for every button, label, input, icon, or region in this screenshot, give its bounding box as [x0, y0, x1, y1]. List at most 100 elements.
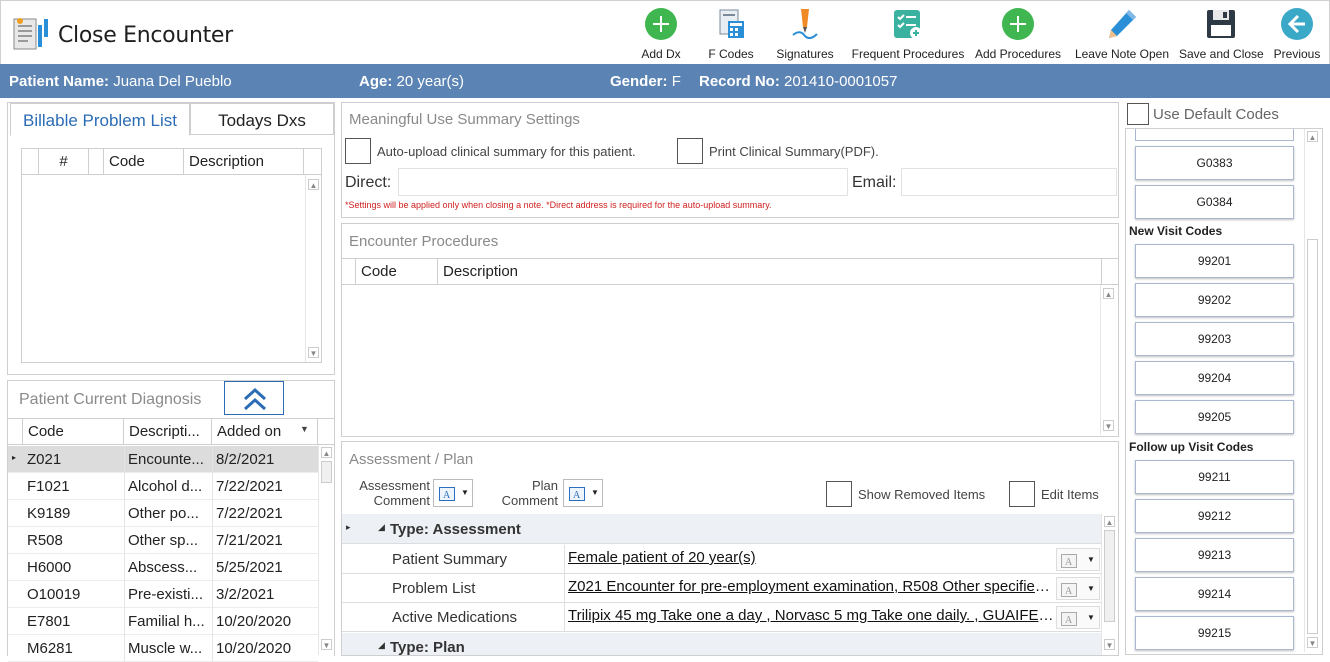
codes-scrollbar[interactable]: ▲ ▼ — [1304, 129, 1320, 652]
code-button[interactable]: 99202 — [1135, 283, 1294, 317]
procedures-scrollbar[interactable]: ▲ ▼ — [1100, 285, 1116, 435]
scroll-down-icon[interactable]: ▼ — [308, 347, 319, 358]
dx-description: Muscle w... — [128, 640, 203, 657]
dx-added-on: 7/21/2021 — [216, 532, 283, 549]
code-button[interactable]: 99213 — [1135, 538, 1294, 572]
use-default-codes-label: Use Default Codes — [1153, 106, 1279, 123]
code-button[interactable]: 99211 — [1135, 460, 1294, 494]
item-format-dropdown[interactable]: A ▼ — [1056, 548, 1100, 571]
add-procedures-button[interactable]: Add Procedures — [974, 7, 1062, 63]
table-row[interactable]: R508 Other sp... 7/21/2021 — [8, 527, 318, 554]
code-button[interactable]: 99214 — [1135, 577, 1294, 611]
tab-billable-problem-list[interactable]: Billable Problem List — [10, 103, 190, 136]
scroll-up-icon[interactable]: ▲ — [308, 179, 319, 190]
assessment-item-value[interactable]: Trilipix 45 mg Take one a day , Norvasc … — [568, 607, 1054, 624]
item-format-dropdown[interactable]: A ▼ — [1056, 606, 1100, 629]
patient-record: Record No: 201410-0001057 — [699, 73, 898, 90]
code-button[interactable]: 99203 — [1135, 322, 1294, 356]
use-default-codes-checkbox[interactable] — [1127, 103, 1149, 125]
leave-note-open-button[interactable]: Leave Note Open — [1074, 7, 1170, 63]
close-encounter-logo-icon — [13, 18, 48, 50]
auto-upload-checkbox[interactable] — [345, 138, 371, 164]
page-title: Close Encounter — [58, 23, 233, 48]
dx-description: Pre-existi... — [128, 586, 204, 603]
scroll-up-icon[interactable]: ▲ — [1307, 131, 1318, 142]
signatures-button[interactable]: Signatures — [775, 7, 835, 63]
encounter-procedures-grid: Code Description ▲ ▼ — [342, 258, 1118, 436]
assessment-row[interactable]: Patient Summary Female patient of 20 year… — [342, 545, 1102, 574]
show-removed-label: Show Removed Items — [858, 487, 986, 502]
dx-added-on: 3/2/2021 — [216, 586, 275, 603]
save-and-close-button[interactable]: Save and Close — [1179, 7, 1264, 63]
problem-list-scrollbar[interactable]: ▲ ▼ — [305, 175, 321, 362]
code-button[interactable]: 99212 — [1135, 499, 1294, 533]
code-button[interactable]: 99201 — [1135, 244, 1294, 278]
table-row[interactable]: ▸ Z021 Encounte... 8/2/2021 — [8, 446, 318, 473]
diagnosis-scrollbar[interactable]: ▲ ▼ — [318, 445, 334, 655]
print-summary-checkbox[interactable] — [677, 138, 703, 164]
scroll-thumb[interactable] — [1104, 530, 1115, 622]
dx-description: Other po... — [128, 505, 199, 522]
scroll-thumb[interactable] — [321, 461, 332, 483]
expand-triangle-icon[interactable]: ◢ — [378, 522, 385, 533]
direct-input[interactable] — [398, 168, 848, 196]
scroll-down-icon[interactable]: ▼ — [321, 639, 332, 650]
code-button[interactable]: 99204 — [1135, 361, 1294, 395]
frequent-procedures-button[interactable]: Frequent Procedures — [851, 7, 965, 63]
group-row-plan[interactable]: ◢ Type: Plan — [342, 633, 1102, 656]
f-codes-button[interactable]: F Codes — [707, 7, 755, 63]
scroll-down-icon[interactable]: ▼ — [1104, 639, 1115, 650]
code-button[interactable]: G0383 — [1135, 146, 1294, 180]
scroll-up-icon[interactable]: ▲ — [1103, 288, 1114, 299]
svg-text:A: A — [1065, 586, 1073, 597]
dx-description: Encounte... — [128, 451, 204, 468]
scroll-thumb[interactable] — [1307, 239, 1318, 634]
collapse-panel-button[interactable] — [224, 381, 284, 415]
table-row[interactable]: K9189 Other po... 7/22/2021 — [8, 500, 318, 527]
auto-upload-label: Auto-upload clinical summary for this pa… — [377, 144, 636, 159]
assessment-scrollbar[interactable]: ▲ ▼ — [1101, 514, 1117, 655]
sort-dropdown-icon[interactable]: ▼ — [300, 424, 309, 434]
table-row[interactable]: O10019 Pre-existi... 3/2/2021 — [8, 581, 318, 608]
dx-description: Other sp... — [128, 532, 199, 549]
tab-todays-dxs[interactable]: Todays Dxs — [190, 103, 334, 135]
assessment-row[interactable]: Problem List Z021 Encounter for pre-emplo… — [342, 574, 1102, 603]
scroll-up-icon[interactable]: ▲ — [321, 447, 332, 458]
calculator-document-icon — [719, 9, 744, 38]
code-button[interactable]: 99205 — [1135, 400, 1294, 434]
item-format-dropdown[interactable]: A ▼ — [1056, 577, 1100, 600]
svg-text:A: A — [1065, 615, 1073, 626]
encounter-procedures-title: Encounter Procedures — [349, 233, 499, 250]
code-button[interactable]: 99215 — [1135, 616, 1294, 650]
code-button-partial[interactable] — [1135, 129, 1294, 141]
previous-button[interactable]: Previous — [1271, 7, 1323, 63]
edit-items-label: Edit Items — [1041, 487, 1099, 502]
edit-items-checkbox[interactable] — [1009, 481, 1035, 507]
dx-added-on: 10/20/2020 — [216, 613, 292, 630]
show-removed-checkbox[interactable] — [826, 481, 852, 507]
plan-comment-dropdown[interactable]: A ▼ — [563, 479, 603, 507]
assessment-row[interactable]: Active Medications Trilipix 45 mg Take on… — [342, 603, 1102, 632]
grid-header: Code Description — [342, 259, 1118, 285]
expand-triangle-icon[interactable]: ◢ — [378, 640, 385, 651]
table-row[interactable]: E7801 Familial h... 10/20/2020 — [8, 608, 318, 635]
assessment-comment-label: Assessment Comment — [359, 478, 430, 508]
code-button[interactable]: G0384 — [1135, 185, 1294, 219]
scroll-down-icon[interactable]: ▼ — [1307, 637, 1318, 648]
assessment-item-label: Patient Summary — [392, 551, 508, 568]
scroll-down-icon[interactable]: ▼ — [1103, 420, 1114, 431]
group-row-assessment[interactable]: ▸ ◢ Type: Assessment — [342, 514, 1102, 544]
direct-label: Direct: — [345, 174, 392, 191]
svg-text:A: A — [443, 490, 451, 501]
table-row[interactable]: H6000 Abscess... 5/25/2021 — [8, 554, 318, 581]
assessment-item-value[interactable]: Female patient of 20 year(s) — [568, 549, 1054, 566]
text-format-icon: A — [1061, 583, 1077, 597]
assessment-comment-dropdown[interactable]: A ▼ — [433, 479, 473, 507]
table-row[interactable]: F1021 Alcohol d... 7/22/2021 — [8, 473, 318, 500]
text-format-icon: A — [1061, 612, 1077, 626]
email-input[interactable] — [901, 168, 1117, 196]
scroll-up-icon[interactable]: ▲ — [1104, 516, 1115, 527]
table-row[interactable]: M6281 Muscle w... 10/20/2020 — [8, 635, 318, 662]
assessment-item-value[interactable]: Z021 Encounter for pre-employment examin… — [568, 578, 1054, 595]
add-dx-button[interactable]: Add Dx — [638, 7, 684, 63]
